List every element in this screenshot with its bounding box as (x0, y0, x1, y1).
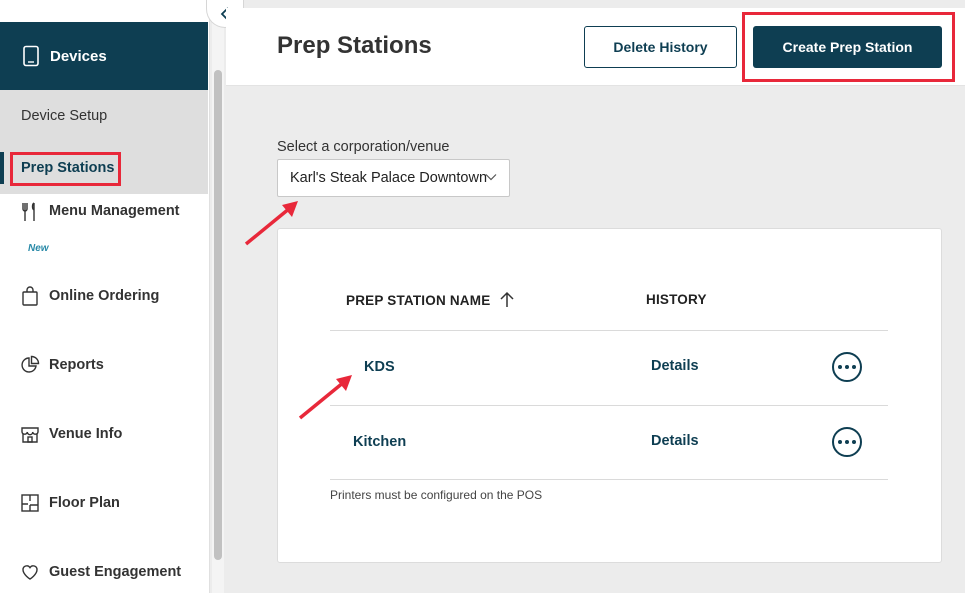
active-indicator (0, 152, 4, 184)
sidebar-item-menu-management[interactable]: Menu Management (20, 201, 180, 221)
app-root: Devices Device Setup Prep Stations Menu … (0, 0, 965, 593)
sort-ascending-icon[interactable] (499, 291, 515, 308)
sidebar-subitem-prep-stations[interactable]: Prep Stations (0, 142, 208, 194)
venue-select[interactable]: Karl's Steak Palace Downtown (277, 159, 510, 197)
dot (838, 365, 842, 369)
column-header-name[interactable]: PREP STATION NAME (346, 293, 490, 308)
shopping-bag-icon (20, 286, 40, 306)
sidebar-item-label: Online Ordering (49, 288, 160, 304)
sidebar-item-venue-info[interactable]: Venue Info (20, 424, 122, 444)
column-header-label: PREP STATION NAME (346, 293, 491, 308)
venue-select-value: Karl's Steak Palace Downtown (290, 170, 488, 186)
storefront-icon (20, 424, 40, 444)
sidebar-item-guest-engagement[interactable]: Guest Engagement (20, 562, 181, 582)
table-divider (330, 330, 888, 331)
sidebar-subitem-label: Device Setup (21, 108, 108, 124)
column-header-history: HISTORY (646, 292, 707, 307)
prep-stations-card (277, 228, 942, 563)
dot (845, 440, 849, 444)
heart-icon (20, 562, 40, 582)
sidebar-item-reports[interactable]: Reports (20, 355, 104, 375)
dot (845, 365, 849, 369)
sidebar-item-devices[interactable]: Devices (0, 22, 208, 90)
more-options-button[interactable] (832, 352, 862, 382)
sidebar-subitem-label: Prep Stations (21, 160, 115, 176)
printer-footnote: Printers must be configured on the POS (330, 488, 543, 502)
tablet-icon (22, 45, 40, 67)
sidebar-subitem-device-setup[interactable]: Device Setup (0, 90, 208, 142)
dot (852, 440, 856, 444)
fork-knife-icon (20, 201, 40, 221)
sidebar-item-label: Venue Info (49, 426, 123, 442)
sidebar-item-floor-plan[interactable]: Floor Plan (20, 493, 120, 513)
page-header: Prep Stations Delete History Create Prep… (226, 8, 965, 86)
history-details-link[interactable]: Details (651, 433, 699, 449)
sidebar-item-online-ordering[interactable]: Online Ordering (20, 286, 159, 306)
sidebar-item-label: Guest Engagement (49, 564, 182, 580)
table-divider (330, 405, 888, 406)
prep-station-link-kds[interactable]: KDS (364, 359, 395, 375)
sidebar-item-label: Reports (49, 357, 104, 373)
new-badge: New (28, 243, 49, 254)
sidebar-item-label: Floor Plan (49, 495, 120, 511)
history-details-link[interactable]: Details (651, 358, 699, 374)
floor-plan-icon (20, 493, 40, 513)
dot (838, 440, 842, 444)
page-title: Prep Stations (277, 32, 432, 59)
chevron-down-icon (485, 174, 497, 181)
table-divider (330, 479, 888, 480)
delete-history-button[interactable]: Delete History (584, 26, 737, 68)
venue-select-label: Select a corporation/venue (277, 139, 450, 155)
prep-station-link-kitchen[interactable]: Kitchen (353, 434, 406, 450)
sidebar-item-label: Devices (50, 47, 107, 65)
sidebar-scrollbar-thumb[interactable] (214, 70, 222, 560)
sidebar-top (0, 0, 208, 22)
create-prep-station-button[interactable]: Create Prep Station (753, 26, 942, 68)
sidebar-item-label: Menu Management (49, 203, 180, 219)
pie-chart-icon (20, 355, 40, 375)
sidebar: Devices Device Setup Prep Stations Menu … (0, 0, 210, 593)
dot (852, 365, 856, 369)
more-options-button[interactable] (832, 427, 862, 457)
